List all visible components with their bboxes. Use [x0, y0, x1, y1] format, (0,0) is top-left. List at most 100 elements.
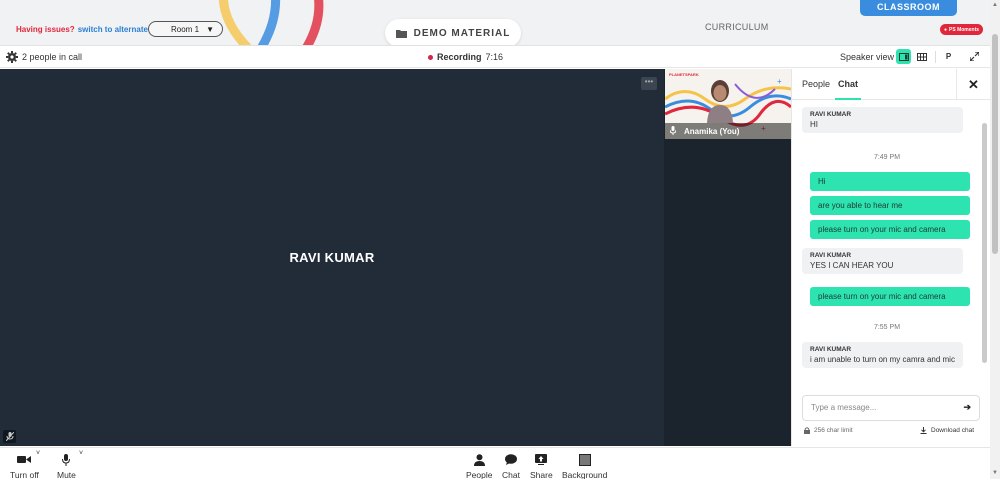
chat-message-outgoing: are you able to hear me: [810, 196, 970, 215]
chat-message-input[interactable]: Type a message... ➔: [802, 395, 980, 421]
background-label: Background: [562, 470, 608, 479]
curriculum-tab[interactable]: CURRICULUM: [705, 22, 769, 32]
video-call-page: Having issues? switch to alternate room R…: [0, 0, 1000, 479]
demo-material-button[interactable]: DEMO MATERIAL: [385, 19, 521, 45]
mic-icon: [669, 125, 677, 137]
recording-dot-icon: [428, 54, 433, 60]
chat-tabs: People Chat ✕: [792, 69, 991, 100]
speaker-layout-icon: [898, 52, 909, 61]
speaker-view-label: Speaker view: [840, 52, 895, 62]
chat-message-incoming: RAVI KUMAR i am unable to turn on my cam…: [802, 342, 963, 368]
send-arrow-icon[interactable]: ➔: [963, 402, 971, 413]
chat-messages: RAVI KUMAR HI 7:49 PM Hi are you able to…: [792, 100, 982, 410]
recording-indicator: Recording 7:16: [428, 52, 503, 62]
participant-strip: + + PLANETSPARK Anamika (You): [664, 69, 791, 446]
char-limit-text: 256 char limit: [814, 427, 853, 434]
turn-off-camera-button[interactable]: Turn off: [10, 452, 39, 479]
chat-message-incoming: RAVI KUMAR YES I CAN HEAR YOU: [802, 248, 963, 274]
lock-icon: [804, 427, 810, 434]
mute-button[interactable]: Mute: [57, 452, 76, 479]
chevron-down-icon: ▼: [206, 24, 214, 34]
person-icon: [473, 453, 485, 466]
turn-off-label: Turn off: [10, 470, 39, 479]
chat-input-placeholder: Type a message...: [811, 403, 877, 412]
chat-message-outgoing: Hi: [810, 172, 970, 191]
message-timestamp: 7:55 PM: [873, 324, 901, 331]
download-icon: [920, 427, 927, 434]
divider: [935, 51, 936, 63]
grid-view-button[interactable]: [914, 49, 929, 64]
share-button[interactable]: Share: [530, 452, 553, 479]
share-label: Share: [530, 470, 553, 479]
main-video-tile: RAVI KUMAR •••: [0, 69, 664, 446]
chat-label: Chat: [502, 470, 520, 479]
camera-icon: ●: [944, 26, 948, 33]
message-text: i am unable to turn on my camra and mic: [810, 355, 955, 364]
call-header: 2 people in call Recording 7:16 Speaker …: [0, 47, 990, 68]
chat-message-outgoing: please turn on your mic and camera: [810, 287, 970, 306]
share-screen-icon: [535, 454, 548, 465]
message-timestamp: 7:49 PM: [873, 154, 901, 161]
chat-panel: People Chat ✕ RAVI KUMAR HI 7:49 PM Hi a…: [791, 69, 991, 446]
main-participant-name: RAVI KUMAR: [289, 250, 375, 265]
chat-message-incoming: RAVI KUMAR HI: [802, 107, 963, 133]
chat-button[interactable]: Chat: [502, 452, 520, 479]
background-button[interactable]: Background: [562, 452, 607, 479]
issues-text: Having issues?: [16, 25, 75, 34]
recording-label: Recording: [437, 52, 482, 62]
room-select[interactable]: Room 1 ▼: [148, 21, 223, 37]
char-limit: 256 char limit: [804, 427, 853, 434]
svg-text:+: +: [777, 77, 782, 86]
chat-bubble-icon: [504, 454, 517, 465]
scrollbar-thumb[interactable]: [992, 34, 998, 254]
classroom-tab[interactable]: CLASSROOM: [860, 0, 957, 16]
download-chat-label: Download chat: [931, 427, 974, 434]
message-sender: RAVI KUMAR: [810, 346, 852, 353]
divider: [956, 69, 957, 100]
participant-silhouette: [707, 80, 733, 123]
microphone-icon: [62, 453, 71, 466]
more-options-icon[interactable]: •••: [641, 77, 657, 90]
people-label: People: [466, 470, 493, 479]
call-controls: Turn off ˅ Mute ˅ People Chat Share Back…: [0, 447, 990, 479]
background-icon: [578, 453, 591, 466]
gear-icon[interactable]: [6, 51, 18, 63]
video-camera-icon: [17, 456, 32, 463]
ps-moments-label: PS Moments: [949, 26, 980, 33]
grid-layout-icon: [916, 52, 927, 61]
chevron-down-icon[interactable]: ˅: [79, 450, 83, 457]
chat-scrollbar-thumb[interactable]: [982, 123, 987, 363]
speaker-view-button[interactable]: [896, 49, 911, 64]
ps-moments-button[interactable]: ● PS Moments: [940, 24, 984, 35]
tile-logo: PLANETSPARK: [669, 72, 699, 77]
download-chat-button[interactable]: Download chat: [920, 427, 974, 434]
self-video-tile[interactable]: + + PLANETSPARK Anamika (You): [665, 69, 791, 139]
chat-message-outgoing: please turn on your mic and camera: [810, 220, 970, 239]
demo-material-label: DEMO MATERIAL: [413, 27, 511, 39]
room-select-value: Room 1: [171, 24, 200, 34]
close-icon[interactable]: ✕: [968, 77, 979, 93]
chevron-down-icon[interactable]: ˅: [36, 450, 40, 457]
people-button[interactable]: People: [466, 452, 492, 479]
message-sender: RAVI KUMAR: [810, 252, 852, 259]
tab-chat[interactable]: Chat: [838, 79, 858, 89]
message-sender: RAVI KUMAR: [810, 111, 852, 118]
fullscreen-button[interactable]: [967, 49, 982, 64]
scroll-down-icon[interactable]: ▼: [992, 470, 998, 476]
self-tile-label: Anamika (You): [665, 123, 791, 139]
folder-icon: [395, 29, 407, 38]
self-name: Anamika (You): [684, 126, 740, 136]
message-text: HI: [810, 120, 818, 129]
expand-icon: [970, 52, 979, 61]
recording-time: 7:16: [485, 52, 504, 62]
scroll-up-icon[interactable]: ▲: [992, 2, 998, 8]
top-header: Having issues? switch to alternate room R…: [0, 0, 990, 46]
tab-people[interactable]: People: [802, 79, 830, 89]
chat-scrollbar[interactable]: [982, 103, 988, 408]
message-text: YES I CAN HEAR YOU: [810, 261, 894, 270]
mute-label: Mute: [57, 470, 76, 479]
p-button[interactable]: P: [941, 49, 956, 64]
mic-off-icon: [3, 430, 16, 443]
page-scrollbar[interactable]: ▲ ▼: [990, 0, 1000, 479]
people-count: 2 people in call: [22, 52, 83, 62]
